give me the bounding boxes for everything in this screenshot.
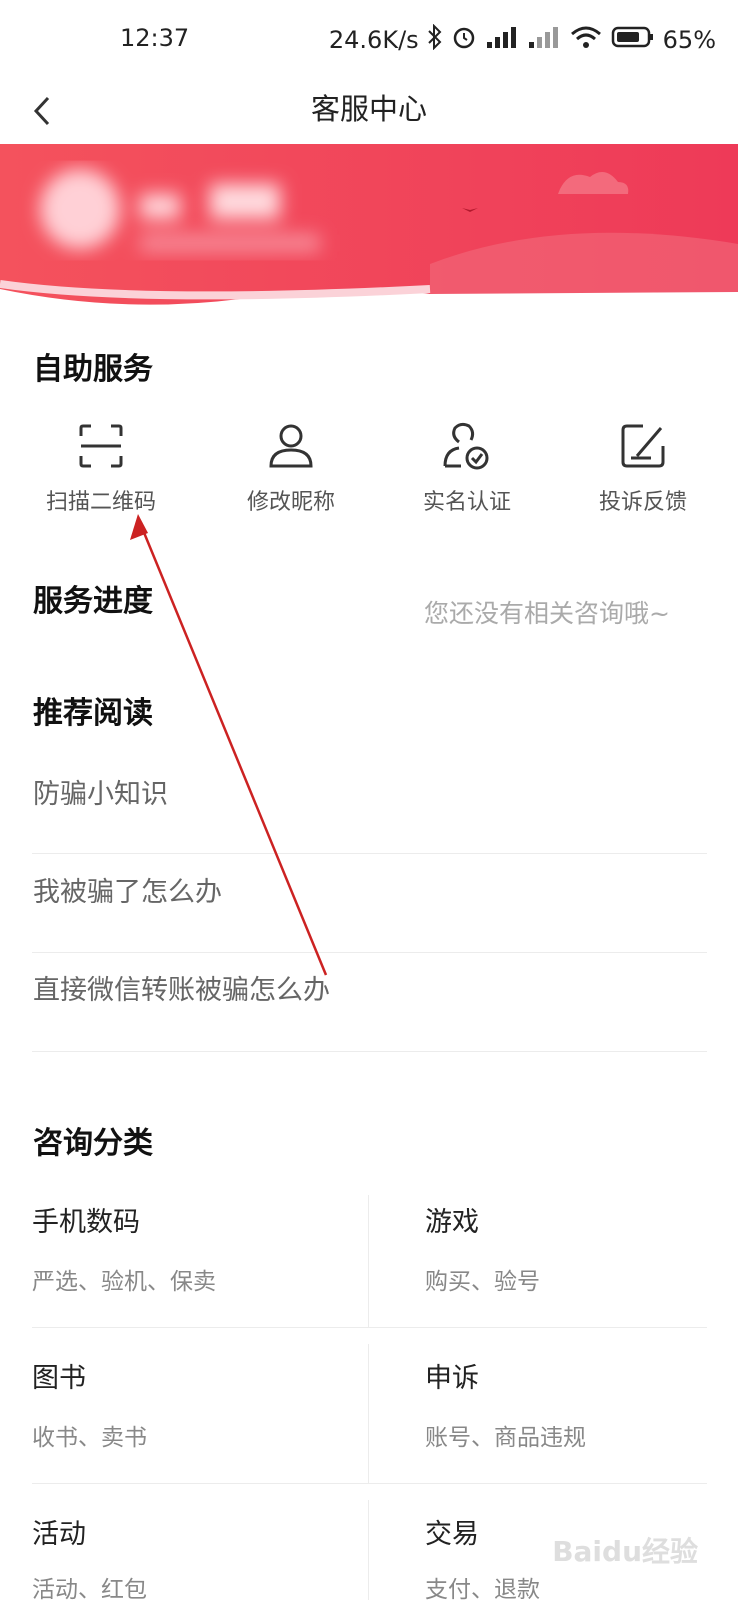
recommended-title: 推荐阅读 — [33, 696, 153, 731]
categories-title: 咨询分类 — [33, 1126, 153, 1161]
status-time: 12:37 — [120, 24, 190, 52]
divider — [368, 1344, 369, 1484]
category-title[interactable]: 活动 — [32, 1512, 86, 1551]
status-bar: 12:37 24.6K/s 65% — [0, 0, 738, 78]
user-icon — [265, 420, 317, 472]
category-subtitle: 严选、验机、保卖 — [32, 1269, 216, 1295]
category-title[interactable]: 图书 — [32, 1356, 86, 1395]
service-progress-title: 服务进度 — [33, 584, 153, 619]
service-progress-hint: 您还没有相关咨询哦~ — [424, 599, 670, 628]
recommended-item[interactable]: 直接微信转账被骗怎么办 — [33, 968, 706, 1007]
page-title: 客服中心 — [310, 92, 427, 126]
self-service-grid: 扫描二维码 修改昵称 实名认证 投诉反馈 — [0, 420, 738, 520]
category-title[interactable]: 手机数码 — [32, 1200, 140, 1239]
wifi-icon — [569, 24, 603, 56]
verified-user-icon — [441, 420, 493, 472]
status-indicators: 24.6K/s 65% — [328, 23, 716, 56]
recommended-item[interactable]: 我被骗了怎么办 — [33, 870, 706, 909]
category-title[interactable]: 游戏 — [425, 1200, 479, 1239]
user-banner — [0, 144, 738, 314]
edit-nickname-label: 修改昵称 — [246, 490, 335, 515]
network-speed: 24.6K/s — [328, 26, 419, 54]
category-subtitle: 收书、卖书 — [32, 1425, 147, 1451]
watermark: Baidu经验 — [552, 1535, 698, 1568]
divider — [32, 1483, 707, 1484]
edit-nickname-button[interactable]: 修改昵称 — [216, 420, 366, 516]
category-subtitle: 账号、商品违规 — [425, 1425, 586, 1451]
real-name-auth-button[interactable]: 实名认证 — [392, 420, 542, 516]
bluetooth-icon — [427, 23, 443, 56]
category-subtitle: 购买、验号 — [425, 1269, 540, 1295]
scan-qr-label: 扫描二维码 — [45, 490, 156, 515]
battery-level: 65% — [662, 26, 716, 54]
real-name-auth-label: 实名认证 — [422, 490, 511, 515]
complaint-feedback-label: 投诉反馈 — [598, 490, 687, 515]
category-subtitle: 支付、退款 — [425, 1577, 540, 1603]
self-service-title: 自助服务 — [33, 352, 153, 387]
category-title[interactable]: 申诉 — [425, 1356, 479, 1395]
scan-qr-button[interactable]: 扫描二维码 — [26, 420, 176, 516]
signal-icon — [485, 24, 519, 56]
category-title[interactable]: 交易 — [425, 1512, 479, 1551]
divider — [32, 1051, 707, 1052]
divider — [368, 1195, 369, 1327]
divider — [368, 1500, 369, 1600]
divider — [32, 1327, 707, 1328]
category-subtitle: 活动、红包 — [32, 1577, 147, 1603]
complaint-feedback-button[interactable]: 投诉反馈 — [568, 420, 718, 516]
edit-icon — [617, 420, 669, 472]
divider — [32, 853, 707, 854]
signal-icon-2 — [527, 24, 561, 56]
divider — [32, 952, 707, 953]
scan-icon — [75, 420, 127, 472]
recommended-item[interactable]: 防骗小知识 — [33, 772, 706, 811]
nav-bar: 客服中心 — [0, 78, 738, 144]
alarm-icon — [451, 24, 477, 56]
battery-icon — [611, 25, 655, 55]
